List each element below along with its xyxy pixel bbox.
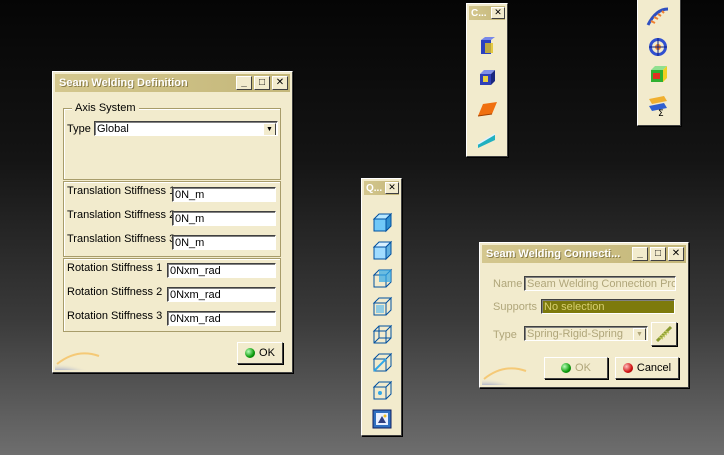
toolbar-title: Q...: [366, 182, 383, 194]
close-button[interactable]: ✕: [668, 247, 684, 261]
joint-tool-icon[interactable]: [646, 35, 670, 59]
rotation-stiffness-1-label: Rotation Stiffness 1: [67, 262, 163, 274]
svg-text:Σ: Σ: [658, 109, 664, 117]
translation-stiffness-2-input[interactable]: 0N_m: [172, 211, 276, 226]
seam-welding-definition-dialog: Seam Welding Definition _ □ ✕ Axis Syste…: [52, 71, 293, 373]
translation-stiffness-1-label: Translation Stiffness 1: [67, 185, 176, 197]
cancel-icon: [622, 363, 633, 373]
rotation-stiffness-2-input[interactable]: 0Nxm_rad: [167, 287, 276, 302]
beam-mesh-tool-icon[interactable]: [475, 128, 499, 152]
type-label: Type: [493, 329, 517, 341]
maximize-button[interactable]: □: [254, 76, 270, 90]
cube-wire-tool-1-icon[interactable]: [370, 211, 394, 235]
translation-stiffness-group: Translation Stiffness 1 0N_m Translation…: [63, 181, 281, 257]
toolbar-right: Σ: [637, 0, 681, 126]
cube-mesh-tool-icon[interactable]: [475, 66, 499, 90]
toolbar-title-bar[interactable]: C... ✕: [469, 6, 505, 20]
catia-swoosh-icon: [482, 357, 528, 385]
rotation-stiffness-3-label: Rotation Stiffness 3: [67, 310, 163, 322]
rotation-stiffness-group: Rotation Stiffness 1 0Nxm_rad Rotation S…: [63, 258, 281, 332]
ok-icon: [245, 348, 256, 358]
rotation-stiffness-3-input[interactable]: 0Nxm_rad: [167, 311, 276, 326]
minimize-button[interactable]: _: [236, 76, 252, 90]
image-analysis-tool-icon[interactable]: [370, 407, 394, 431]
ok-label: OK: [575, 362, 591, 374]
type-value: Spring-Rigid-Spring: [527, 328, 623, 340]
chevron-down-icon[interactable]: ▼: [633, 328, 646, 340]
axis-type-combo[interactable]: Global ▼: [94, 121, 278, 136]
spring-tool-icon[interactable]: [646, 5, 670, 29]
type-label: Type: [67, 123, 91, 135]
ok-label: OK: [259, 347, 275, 359]
spring-tool-button[interactable]: [651, 322, 677, 346]
solid-mesh-tool-icon[interactable]: [475, 36, 499, 60]
dialog-title: Seam Welding Definition: [59, 77, 188, 89]
sum-tool-icon[interactable]: Σ: [646, 93, 670, 119]
cube-wire-tool-3-icon[interactable]: [370, 267, 394, 291]
translation-stiffness-2-label: Translation Stiffness 2: [67, 209, 176, 221]
toolbar-title-bar[interactable]: Q... ✕: [364, 181, 399, 195]
toolbar-title: C...: [471, 7, 487, 19]
toolbar-q: Q... ✕: [361, 178, 402, 436]
ok-button[interactable]: OK: [237, 342, 283, 364]
close-button[interactable]: ✕: [272, 76, 288, 90]
axis-type-value: Global: [97, 123, 129, 135]
rotation-stiffness-2-label: Rotation Stiffness 2: [67, 286, 163, 298]
cube-wire-tool-4-icon[interactable]: [370, 295, 394, 319]
supports-field[interactable]: No selection: [541, 299, 675, 314]
cancel-label: Cancel: [636, 362, 672, 374]
name-field[interactable]: Seam Welding Connection Pro: [524, 276, 676, 291]
supports-label: Supports: [493, 301, 538, 313]
type-combo[interactable]: Spring-Rigid-Spring ▼: [524, 326, 648, 341]
name-label: Name: [493, 278, 523, 290]
translation-stiffness-3-input[interactable]: 0N_m: [172, 235, 276, 250]
rotation-stiffness-1-input[interactable]: 0Nxm_rad: [167, 263, 276, 278]
spring-icon: [655, 325, 673, 343]
ok-button[interactable]: OK: [544, 357, 608, 379]
toolbar-c: C... ✕: [466, 3, 508, 157]
catia-swoosh-icon: [55, 342, 101, 370]
translation-stiffness-3-label: Translation Stiffness 3: [67, 233, 176, 245]
close-button[interactable]: ✕: [385, 182, 399, 194]
maximize-button[interactable]: □: [650, 247, 666, 261]
title-bar[interactable]: Seam Welding Definition _ □ ✕: [55, 74, 290, 92]
cube-wire-tool-2-icon[interactable]: [370, 239, 394, 263]
seam-welding-connection-dialog: Seam Welding Connecti... _ □ ✕ Name Seam…: [479, 242, 689, 388]
cube-wire-tool-7-icon[interactable]: [370, 379, 394, 403]
surface-mesh-tool-icon[interactable]: [475, 98, 499, 122]
dialog-title: Seam Welding Connecti...: [486, 248, 621, 260]
cancel-button[interactable]: Cancel: [615, 357, 679, 379]
title-bar[interactable]: Seam Welding Connecti... _ □ ✕: [482, 245, 686, 263]
axis-system-label: Axis System: [72, 102, 139, 114]
minimize-button[interactable]: _: [632, 247, 648, 261]
translation-stiffness-1-input[interactable]: 0N_m: [172, 187, 276, 202]
cube-wire-tool-5-icon[interactable]: [370, 323, 394, 347]
ok-icon: [561, 363, 572, 373]
chevron-down-icon[interactable]: ▼: [263, 123, 276, 135]
axis-system-group: Axis System Type Global ▼: [63, 102, 281, 180]
close-button[interactable]: ✕: [491, 7, 505, 19]
cube-wire-tool-6-icon[interactable]: [370, 351, 394, 375]
box-tool-icon[interactable]: [646, 63, 670, 87]
